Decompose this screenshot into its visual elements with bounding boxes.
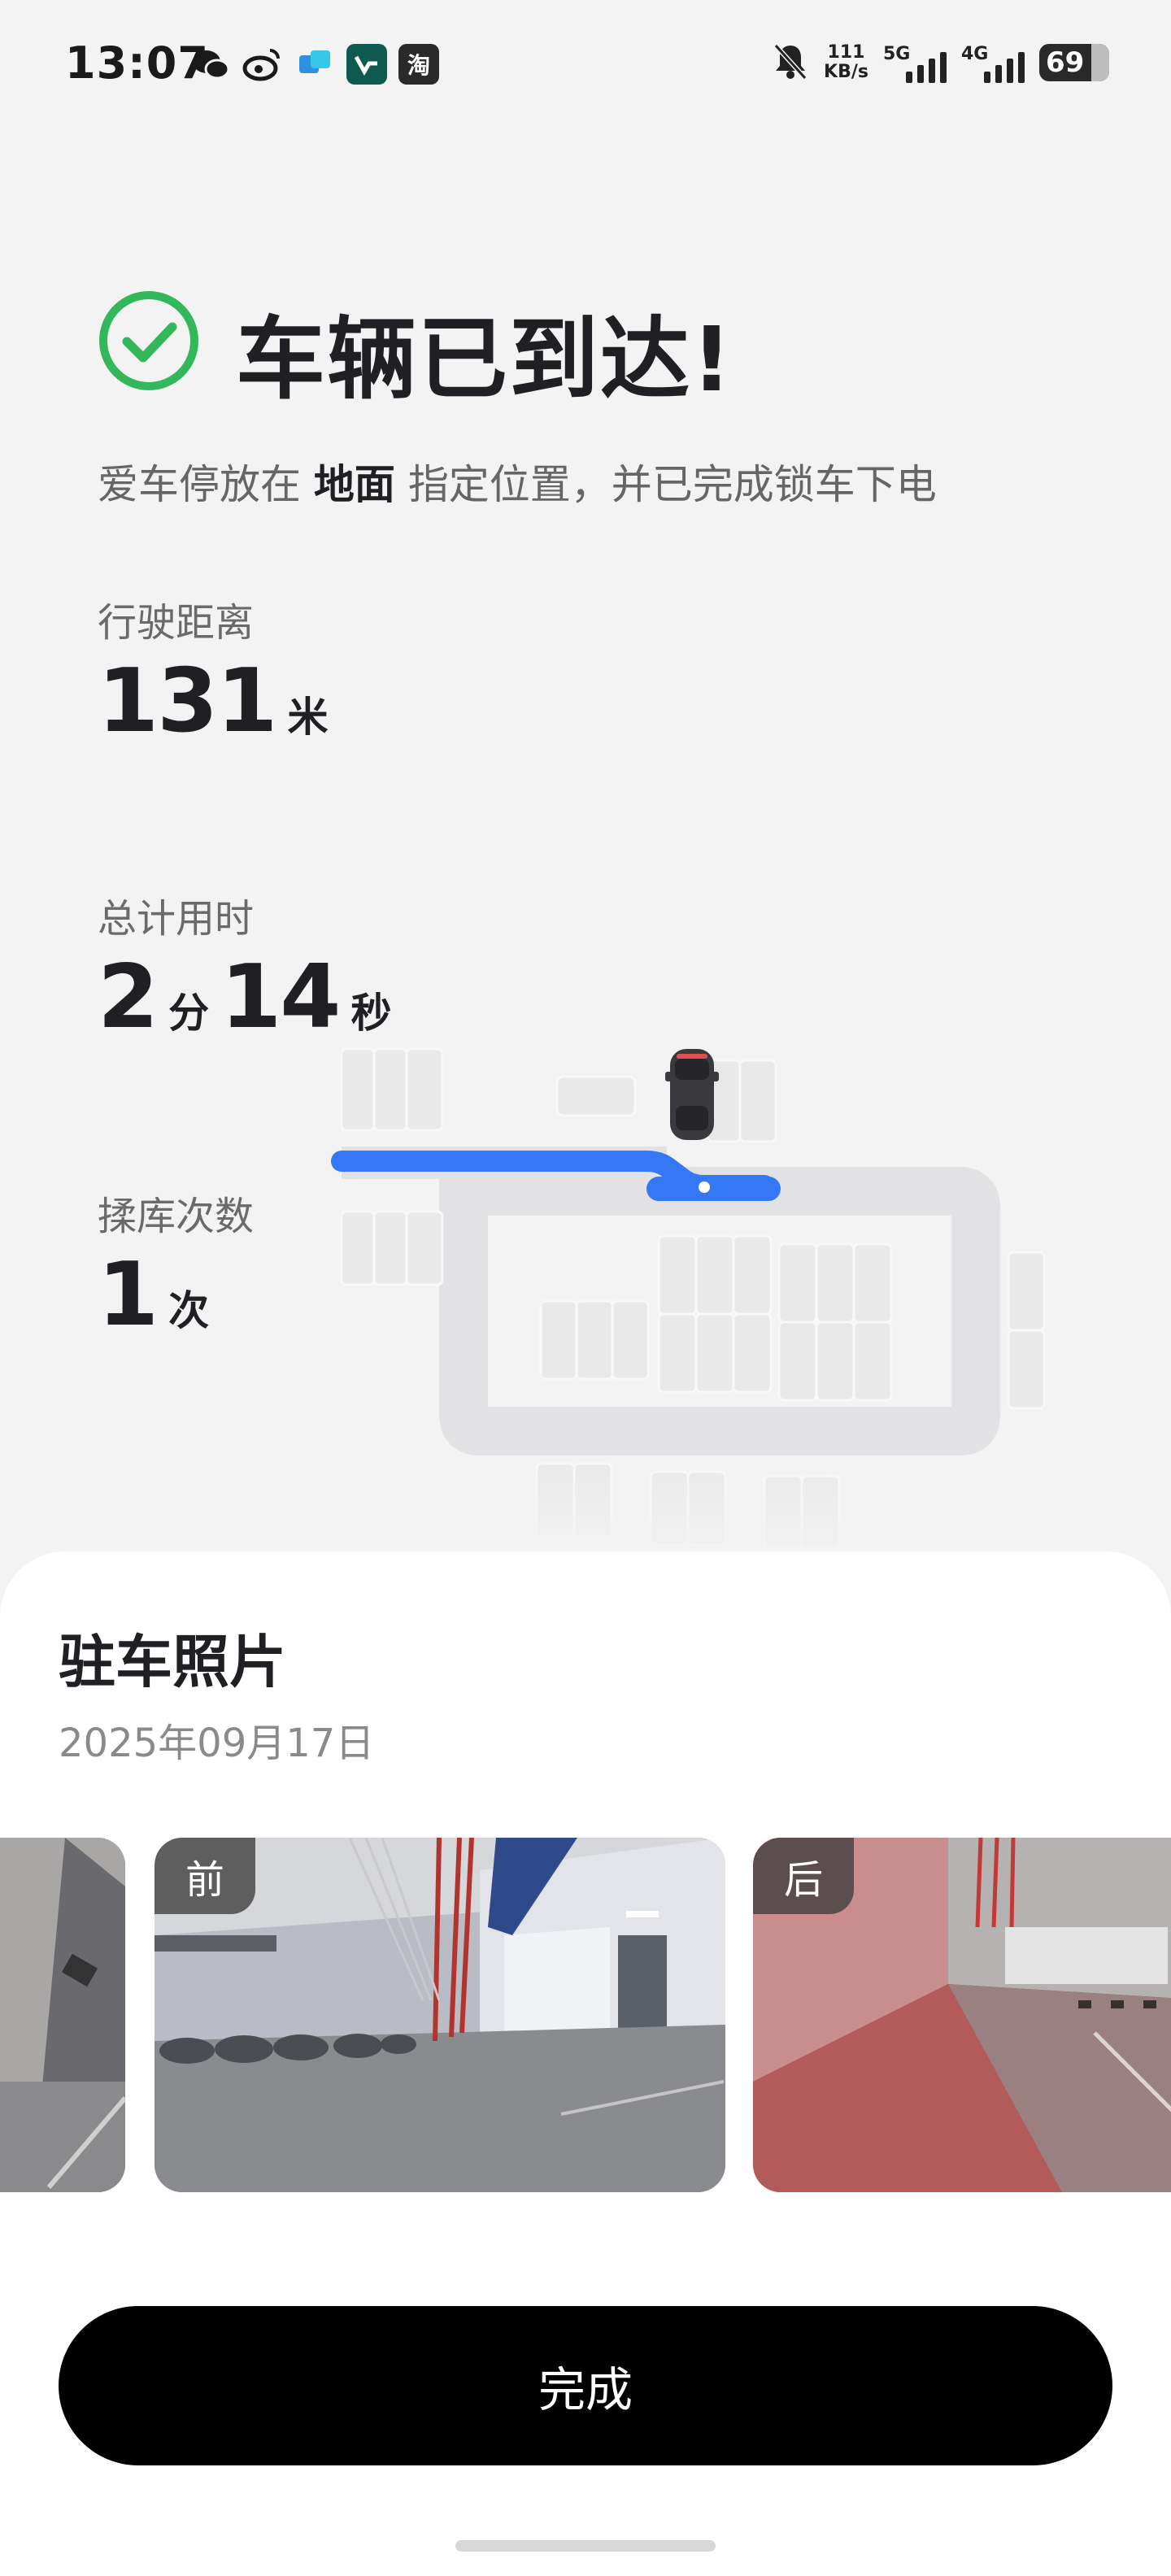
- net-speed-value: 111: [827, 42, 865, 63]
- app-blue-icon: [294, 44, 335, 85]
- photo-front[interactable]: 前: [155, 1838, 725, 2192]
- battery-icon: 69: [1039, 44, 1109, 81]
- taobao-icon: 淘: [398, 44, 439, 85]
- status-app-icons: 淘: [190, 44, 439, 85]
- signal-5g-label: 5G: [883, 44, 911, 64]
- duration-minutes-unit: 分: [168, 990, 210, 1037]
- photo-side[interactable]: [0, 1838, 125, 2192]
- signal-4g: 4G: [961, 42, 1025, 83]
- maneuver-count-number: 1: [98, 1244, 159, 1346]
- duration-label: 总计用时: [98, 896, 255, 942]
- parking-photos-sheet: 驻车照片 2025年09月17日 前 后 完成: [0, 1551, 1171, 2576]
- net-speed: 111 KB/s: [824, 43, 868, 82]
- app-teal-icon: [346, 44, 387, 85]
- sheet-title: 驻车照片: [59, 1629, 286, 1695]
- distance-number: 131: [98, 651, 277, 752]
- net-speed-unit: KB/s: [824, 62, 868, 82]
- status-bar: 13:07 淘 111 KB/s 5G 4G 69: [0, 0, 1171, 130]
- maneuver-count-unit: 次: [168, 1287, 210, 1334]
- distance-unit: 米: [287, 694, 329, 741]
- duration-seconds-unit: 秒: [350, 990, 392, 1037]
- home-indicator[interactable]: [455, 2540, 716, 2552]
- signal-5g: 5G: [883, 42, 947, 83]
- mute-bell-icon: [772, 41, 809, 85]
- duration-value: 2 分 14 秒: [98, 946, 403, 1048]
- photo-rear[interactable]: 后: [753, 1838, 1171, 2192]
- weibo-icon: [242, 44, 283, 85]
- page-title: 车辆已到达!: [236, 307, 734, 411]
- duration-seconds: 14: [220, 946, 341, 1048]
- battery-level: 69: [1046, 46, 1085, 79]
- maneuver-count-label: 揉库次数: [98, 1194, 255, 1239]
- maneuver-count-value: 1 次: [98, 1244, 220, 1346]
- subtitle-prefix: 爱车停放在: [98, 461, 301, 508]
- arrival-subtitle: 爱车停放在 地面 指定位置，并已完成锁车下电: [98, 452, 937, 511]
- photo-tag-front: 前: [155, 1838, 255, 1914]
- wechat-icon: [190, 44, 231, 85]
- distance-label: 行驶距离: [98, 600, 255, 646]
- photo-tag-rear: 后: [753, 1838, 854, 1914]
- distance-value: 131 米: [98, 651, 339, 752]
- duration-minutes: 2: [98, 946, 159, 1048]
- car-icon: [665, 1049, 719, 1140]
- photo-carousel[interactable]: 前 后: [0, 1838, 1171, 2192]
- status-right: 111 KB/s 5G 4G 69: [772, 41, 1109, 85]
- subtitle-place: 地面: [313, 461, 395, 508]
- photo-date: 2025年09月17日: [59, 1721, 375, 1766]
- status-time: 13:07: [65, 37, 209, 89]
- done-button[interactable]: 完成: [59, 2306, 1112, 2465]
- subtitle-suffix: 指定位置，并已完成锁车下电: [407, 461, 937, 508]
- parking-map: [325, 1047, 1057, 1561]
- signal-4g-label: 4G: [961, 44, 989, 64]
- success-check-icon: [99, 291, 198, 390]
- route-end-dot: [699, 1181, 710, 1193]
